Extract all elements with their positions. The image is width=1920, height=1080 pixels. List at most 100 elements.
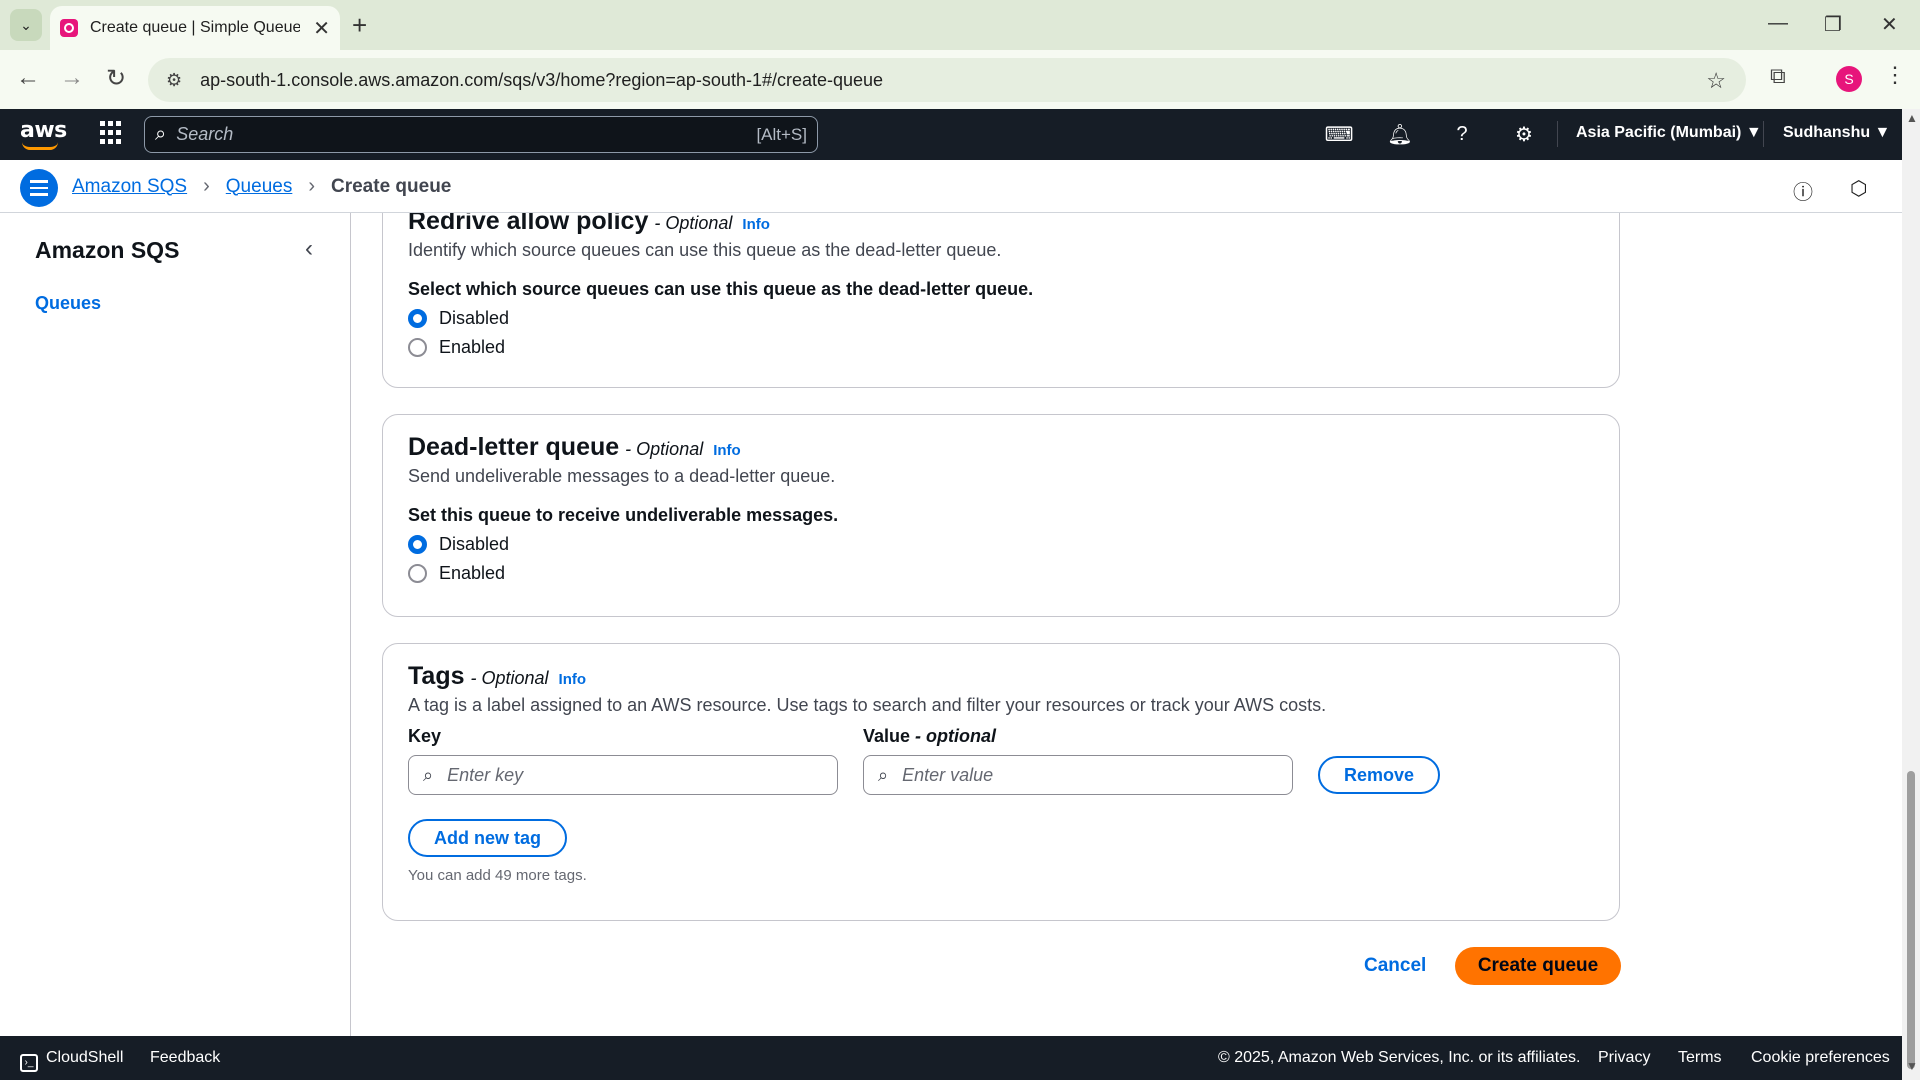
redrive-info-link[interactable]: Info [742,216,770,233]
redrive-option-enabled[interactable]: Enabled [408,337,1594,358]
breadcrumb-queues[interactable]: Queues [226,176,293,198]
breadcrumb-amazon-sqs[interactable]: Amazon SQS [72,176,187,198]
cloudshell-link[interactable]: ›_ CloudShell [20,1049,123,1072]
radio-unchecked[interactable] [408,338,427,357]
aws-top-nav: aws ⌕ Search [Alt+S] ⌨ 🔔︎ ? ⚙ Asia Pacif… [0,109,1902,160]
site-settings-icon[interactable]: ⚙ [166,70,182,91]
region-selector[interactable]: Asia Pacific (Mumbai) ▼ [1576,124,1762,142]
browser-menu-icon[interactable]: ⋮ [1884,62,1906,88]
tab-search-icon[interactable]: ⌄ [10,9,42,41]
sidebar-item-queues[interactable]: Queues [35,293,101,314]
sidebar-title[interactable]: Amazon SQS [35,237,179,264]
account-menu[interactable]: Sudhanshu ▼ [1783,124,1890,142]
window-close-icon[interactable]: ✕ [1881,12,1898,37]
copyright-text: © 2025, Amazon Web Services, Inc. or its… [1218,1049,1581,1066]
dlq-field-label: Set this queue to receive undeliverable … [408,505,839,525]
settings-gear-icon[interactable]: ⚙ [1511,121,1537,147]
radio-unchecked[interactable] [408,564,427,583]
restore-icon[interactable]: ❐ [1824,12,1842,37]
tag-value-column: Value - optional ⌕ Enter value [863,726,1293,795]
search-icon: ⌕ [423,764,434,785]
cloudshell-icon[interactable]: ⌨ [1325,121,1354,147]
forward-icon[interactable]: → [60,64,84,92]
privacy-link[interactable]: Privacy [1598,1049,1650,1067]
tags-description: A tag is a label assigned to an AWS reso… [408,695,1327,715]
search-placeholder: Search [176,124,234,144]
aws-logo[interactable]: aws [20,118,67,143]
info-panel-icon[interactable]: ⓘ [1793,176,1813,205]
key-label: Key [408,726,442,746]
value-placeholder: Enter value [902,764,994,785]
dead-letter-queue-card: Dead-letter queue - Optional Info Send u… [382,414,1620,617]
create-queue-button[interactable]: Create queue [1455,947,1621,985]
radio-label: Enabled [439,563,506,583]
add-new-tag-button[interactable]: Add new tag [408,819,567,857]
new-tab-icon[interactable]: + [352,10,367,40]
dlq-info-link[interactable]: Info [713,442,741,459]
console-footer: ›_ CloudShell Feedback © 2025, Amazon Web… [0,1036,1902,1080]
hamburger-menu-icon[interactable] [20,169,58,207]
tab-title: Create queue | Simple Queue Se [90,19,300,36]
dlq-card-header: Dead-letter queue - Optional Info [408,433,1594,462]
url-bar[interactable]: ⚙ ap-south-1.console.aws.amazon.com/sqs/… [148,58,1746,102]
radio-label: Disabled [439,308,510,328]
dlq-title: Dead-letter queue [408,433,620,461]
tags-info-link[interactable]: Info [559,671,587,688]
breadcrumb-current: Create queue [331,175,452,197]
search-input[interactable]: ⌕ Search [Alt+S] [144,116,818,153]
profile-avatar[interactable]: S [1836,66,1862,92]
redrive-option-disabled[interactable]: Disabled [408,308,1594,329]
tags-card: Tags - Optional Info A tag is a label as… [382,643,1620,921]
tab-close-icon[interactable]: ✕ [313,16,330,41]
radio-label: Enabled [439,337,506,357]
browser-tab[interactable]: Create queue | Simple Queue Se ✕ [50,6,340,50]
cloudshell-icon: ›_ [20,1054,38,1072]
add-tag-wrapper: Add new tag [408,819,1594,857]
browser-tabbar: ⌄ Create queue | Simple Queue Se ✕ + — ❐… [0,0,1920,50]
scroll-up-icon[interactable]: ▲ [1906,111,1918,125]
redrive-policy-card: Redrive allow policy - Optional Info Ide… [382,213,1620,388]
nav-divider [1557,121,1558,147]
cancel-button[interactable]: Cancel [1364,955,1426,977]
scroll-down-icon[interactable]: ▼ [1906,1059,1918,1073]
search-shortcut: [Alt+S] [756,124,807,144]
extensions-icon[interactable]: ⧉ [1770,63,1786,89]
redrive-card-header: Redrive allow policy - Optional Info [408,213,1594,236]
back-icon[interactable]: ← [16,64,40,92]
dlq-option-disabled[interactable]: Disabled [408,534,1594,555]
collapse-sidebar-icon[interactable]: ‹ [305,235,313,263]
helpers-icon[interactable]: ⬡ [1850,176,1867,201]
dlq-option-enabled[interactable]: Enabled [408,563,1594,584]
terms-link[interactable]: Terms [1678,1049,1722,1067]
radio-label: Disabled [439,534,510,554]
aws-logo-smile [22,142,58,150]
remove-tag-button[interactable]: Remove [1318,756,1441,794]
browser-addressbar: ← → ↻ ⚙ ap-south-1.console.aws.amazon.co… [0,50,1920,109]
help-icon[interactable]: ? [1449,121,1475,147]
services-grid-icon[interactable] [100,121,124,145]
page-scrollbar[interactable]: ▲ ▼ [1902,109,1920,1080]
tag-key-input[interactable]: ⌕ Enter key [408,755,838,795]
bookmark-star-icon[interactable]: ☆ [1706,68,1726,94]
feedback-link[interactable]: Feedback [150,1049,220,1067]
tag-key-column: Key ⌕ Enter key [408,726,838,795]
search-icon: ⌕ [878,764,889,785]
sqs-favicon-icon [60,19,78,37]
notifications-bell-icon[interactable]: 🔔︎ [1387,121,1413,147]
cookie-preferences-link[interactable]: Cookie preferences [1751,1049,1890,1067]
tag-value-input[interactable]: ⌕ Enter value [863,755,1293,795]
tags-remaining-hint: You can add 49 more tags. [408,867,587,884]
side-navigation: Amazon SQS ‹ Queues [0,213,351,1036]
minimize-icon[interactable]: — [1768,12,1788,35]
search-icon: ⌕ [155,123,167,145]
breadcrumb: Amazon SQS › Queues › Create queue [72,175,451,198]
tags-card-header: Tags - Optional Info [408,662,1594,691]
radio-checked[interactable] [408,309,427,328]
radio-checked[interactable] [408,535,427,554]
dlq-description: Send undeliverable messages to a dead-le… [408,466,836,486]
reload-icon[interactable]: ↻ [106,64,126,93]
value-label: Value - optional [863,726,1293,747]
tag-row: Key ⌕ Enter key Value - optional ⌕ Enter… [408,726,1594,795]
scroll-thumb[interactable] [1907,771,1915,1069]
cloudshell-label: CloudShell [46,1049,124,1066]
